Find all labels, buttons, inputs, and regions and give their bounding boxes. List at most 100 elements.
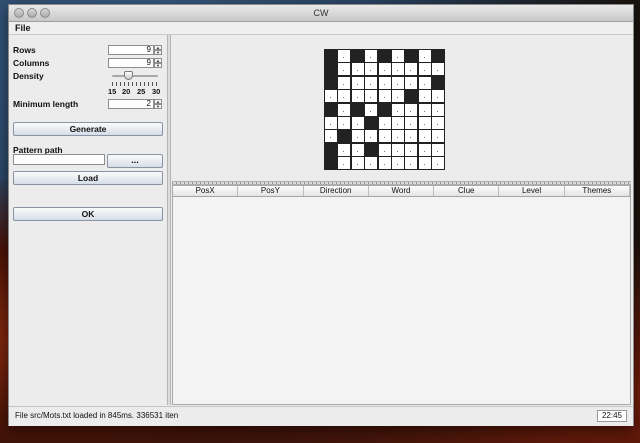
grid-cell — [377, 62, 392, 77]
grid-cell — [324, 116, 338, 130]
minimize-window-icon[interactable] — [27, 8, 37, 18]
status-bar: File src/Mots.txt loaded in 845ms. 33653… — [9, 406, 633, 426]
columns-spinner[interactable]: 9 ▲ ▼ — [108, 58, 164, 68]
grid-cell-dot — [423, 110, 425, 112]
grid-cell — [391, 156, 405, 171]
grid-cell-dot — [330, 137, 331, 139]
grid-cell — [337, 156, 352, 171]
minimum-length-decrement-icon[interactable]: ▼ — [154, 104, 162, 109]
grid-cell-dot — [437, 137, 439, 139]
grid-cell-black — [350, 49, 365, 63]
minimum-length-label: Minimum length — [13, 99, 79, 109]
grid-cell-dot — [423, 164, 425, 166]
grid-cell — [417, 89, 432, 104]
column-header-posx[interactable]: PosX — [173, 186, 239, 196]
browse-button[interactable]: ... — [107, 154, 163, 168]
grid-cell-dot — [437, 110, 439, 112]
grid-cell-dot — [383, 150, 385, 152]
column-header-word[interactable]: Word — [369, 186, 435, 196]
grid-cell — [364, 156, 379, 171]
grid-cell — [431, 116, 446, 130]
grid-cell-dot — [437, 124, 439, 125]
column-header-direction[interactable]: Direction — [304, 186, 369, 196]
grid-cell-dot — [383, 70, 385, 72]
grid-cell — [337, 142, 352, 157]
grid-cell — [391, 62, 405, 77]
grid-cell — [391, 116, 405, 130]
grid-cell-dot — [410, 164, 412, 166]
grid-cell-dot — [410, 83, 412, 85]
crossword-preview-panel — [172, 35, 631, 181]
grid-cell-dot — [397, 137, 398, 139]
grid-cell — [404, 75, 419, 90]
grid-cell-dot — [437, 164, 439, 166]
grid-cell-black — [377, 49, 392, 63]
grid-cell-dot — [330, 97, 331, 99]
density-slider-track — [112, 75, 158, 77]
grid-cell-dot — [383, 164, 385, 166]
column-header-clue[interactable]: Clue — [434, 186, 500, 196]
grid-cell — [350, 62, 365, 77]
minimum-length-spinner[interactable]: 2 ▲ ▼ — [108, 99, 164, 109]
menu-file[interactable]: File — [15, 22, 31, 34]
grid-cell-dot — [343, 57, 345, 58]
grid-cell-black — [324, 62, 338, 77]
density-tick-label: 15 — [108, 87, 117, 96]
grid-cell — [431, 62, 446, 77]
density-label: Density — [13, 71, 44, 81]
columns-decrement-icon[interactable]: ▼ — [154, 63, 162, 68]
pattern-path-input[interactable] — [13, 154, 105, 165]
density-slider-thumb[interactable] — [124, 71, 133, 80]
grid-cell-dot — [330, 124, 331, 125]
grid-cell — [391, 75, 405, 90]
title-bar[interactable]: CW — [9, 5, 633, 22]
grid-cell-dot — [410, 124, 412, 125]
grid-cell — [404, 142, 419, 157]
rows-spinner[interactable]: 9 ▲ ▼ — [108, 45, 164, 55]
grid-cell-dot — [437, 70, 439, 72]
grid-cell-dot — [423, 70, 425, 72]
grid-cell — [324, 89, 338, 104]
grid-cell-dot — [370, 137, 372, 139]
close-window-icon[interactable] — [14, 8, 24, 18]
grid-cell-black — [364, 116, 379, 130]
density-tick-label: 25 — [137, 87, 146, 96]
column-header-posy[interactable]: PosY — [238, 186, 304, 196]
grid-cell-dot — [383, 83, 385, 85]
grid-cell — [377, 116, 392, 130]
generate-button[interactable]: Generate — [13, 122, 163, 136]
grid-cell-dot — [423, 57, 425, 58]
column-header-level[interactable]: Level — [499, 186, 565, 196]
grid-cell — [350, 142, 365, 157]
columns-input[interactable]: 9 — [108, 58, 154, 68]
grid-cell-dot — [410, 137, 412, 139]
grid-cell-dot — [423, 97, 425, 99]
vertical-split-divider[interactable] — [167, 35, 171, 405]
grid-cell-dot — [383, 97, 385, 99]
density-slider[interactable] — [112, 71, 158, 81]
grid-cell-dot — [410, 70, 412, 72]
rows-input[interactable]: 9 — [108, 45, 154, 55]
grid-cell-dot — [383, 137, 385, 139]
column-header-themes[interactable]: Themes — [565, 186, 630, 196]
load-button[interactable]: Load — [13, 171, 163, 185]
minimum-length-input[interactable]: 2 — [108, 99, 154, 109]
zoom-window-icon[interactable] — [40, 8, 50, 18]
grid-cell — [417, 156, 432, 171]
grid-cell-dot — [343, 164, 345, 166]
rows-decrement-icon[interactable]: ▼ — [154, 50, 162, 55]
grid-cell — [404, 156, 419, 171]
grid-cell — [350, 75, 365, 90]
menu-bar: File — [9, 22, 633, 35]
words-table[interactable]: PosX PosY Direction Word Clue Level Themes — [172, 185, 631, 405]
grid-cell-dot — [356, 70, 358, 72]
ok-button[interactable]: OK — [13, 207, 163, 221]
grid-cell — [324, 129, 338, 144]
grid-cell — [364, 75, 379, 90]
grid-cell — [364, 62, 379, 77]
columns-label: Columns — [13, 58, 50, 68]
grid-cell-dot — [423, 150, 425, 152]
app-window: CW File Rows 9 ▲ ▼ Columns 9 ▲ ▼ Density — [8, 4, 634, 426]
grid-cell-dot — [423, 124, 425, 125]
grid-cell — [377, 75, 392, 90]
